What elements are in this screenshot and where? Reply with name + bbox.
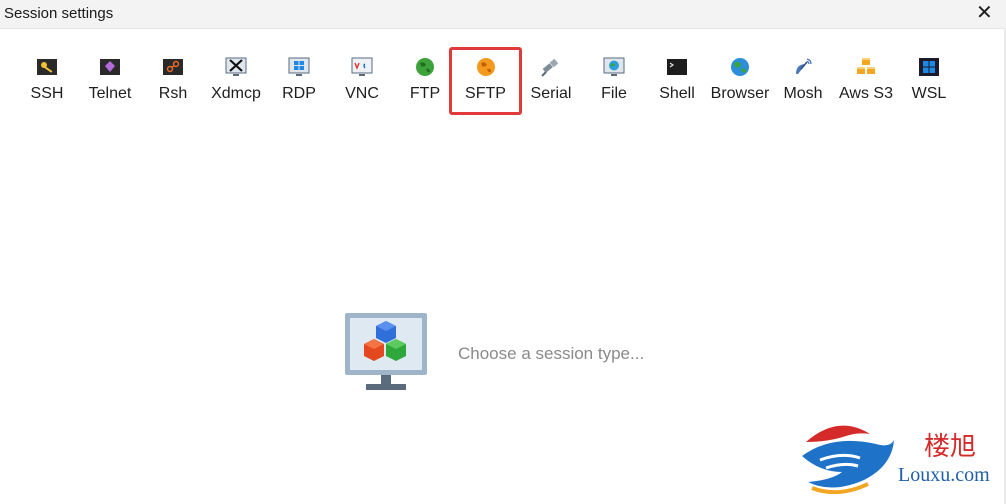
file-monitor-icon — [603, 57, 625, 76]
aws-s3-cubes-icon — [857, 58, 875, 74]
close-icon[interactable]: ✕ — [976, 3, 993, 23]
watermark-logo: 楼旭 Louxu.com — [798, 414, 1004, 502]
session-type-sftp[interactable]: SFTP — [449, 47, 522, 115]
choose-session-prompt: Choose a session type... — [458, 344, 645, 363]
vnc-icon — [351, 57, 373, 76]
session-type-mosh[interactable]: Mosh — [772, 48, 834, 112]
ssh-key-icon — [37, 59, 57, 75]
rdp-icon — [288, 57, 310, 76]
session-type-telnet[interactable]: Telnet — [79, 48, 141, 112]
session-type-label: WSL — [911, 85, 947, 102]
session-type-file[interactable]: File — [583, 48, 645, 112]
rsh-icon — [163, 59, 183, 75]
session-type-shell[interactable]: Shell — [646, 48, 708, 112]
wsl-windows-icon — [919, 58, 939, 76]
ftp-globe-icon — [416, 58, 434, 76]
browser-globe-icon — [731, 58, 749, 76]
session-type-toolbar: SSH Telnet Rsh Xdmcp RDP VNC FTP SFTP Se… — [0, 47, 1006, 120]
shell-terminal-icon — [667, 59, 687, 75]
window-title: Session settings — [4, 5, 114, 22]
session-type-browser[interactable]: Browser — [709, 48, 771, 112]
session-type-rsh[interactable]: Rsh — [142, 48, 204, 112]
watermark-chinese-text: 楼旭 — [924, 432, 977, 462]
session-type-vnc[interactable]: VNC — [331, 48, 393, 112]
session-type-serial[interactable]: Serial — [520, 48, 582, 112]
session-type-xdmcp[interactable]: Xdmcp — [205, 48, 267, 112]
watermark-site-text: Louxu.com — [898, 464, 990, 486]
mosh-satellite-icon — [796, 58, 812, 74]
watermark-bird-icon — [802, 425, 894, 495]
xdmcp-icon — [225, 57, 247, 76]
session-type-ssh[interactable]: SSH — [16, 48, 78, 112]
sftp-globe-icon — [476, 58, 495, 76]
title-bar: Session settings ✕ — [0, 0, 1006, 29]
session-type-aws-s3[interactable]: Aws S3 — [835, 48, 897, 112]
session-type-wsl[interactable]: WSL — [898, 48, 960, 112]
serial-plug-icon — [541, 58, 559, 77]
session-cubes-monitor-icon — [345, 313, 427, 390]
session-type-rdp[interactable]: RDP — [268, 48, 330, 112]
telnet-icon — [100, 59, 120, 75]
